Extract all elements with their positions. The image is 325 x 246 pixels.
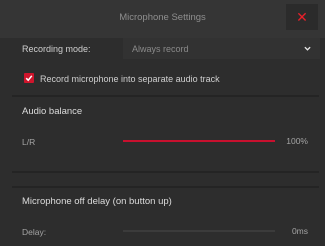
balance-slider[interactable] (123, 140, 275, 142)
delay-slider[interactable] (123, 230, 275, 232)
divider (12, 186, 319, 188)
delay-value: 0ms (291, 226, 308, 236)
close-icon: ✕ (296, 9, 308, 25)
separate-track-label: Record microphone into separate audio tr… (40, 74, 220, 84)
divider (12, 95, 319, 97)
balance-slider-fill (123, 140, 275, 142)
separate-track-checkbox[interactable] (24, 73, 34, 83)
checkmark-icon (25, 75, 33, 82)
balance-value: 100% (286, 136, 308, 146)
close-button[interactable]: ✕ (286, 4, 318, 30)
divider (12, 171, 319, 173)
mic-off-delay-heading: Microphone off delay (on button up) (22, 196, 172, 207)
delay-slider-label: Delay: (22, 227, 47, 237)
audio-balance-heading: Audio balance (22, 106, 83, 117)
recording-mode-value: Always record (132, 44, 189, 54)
microphone-settings-dialog: Microphone Settings ✕ Recording mode: Al… (0, 0, 325, 246)
chevron-down-icon (304, 46, 311, 51)
recording-mode-select[interactable]: Always record (123, 38, 320, 59)
dialog-title: Microphone Settings (119, 12, 206, 23)
balance-slider-label: L/R (22, 137, 36, 147)
recording-mode-label: Recording mode: (22, 44, 91, 54)
title-bar: Microphone Settings ✕ (0, 0, 325, 38)
